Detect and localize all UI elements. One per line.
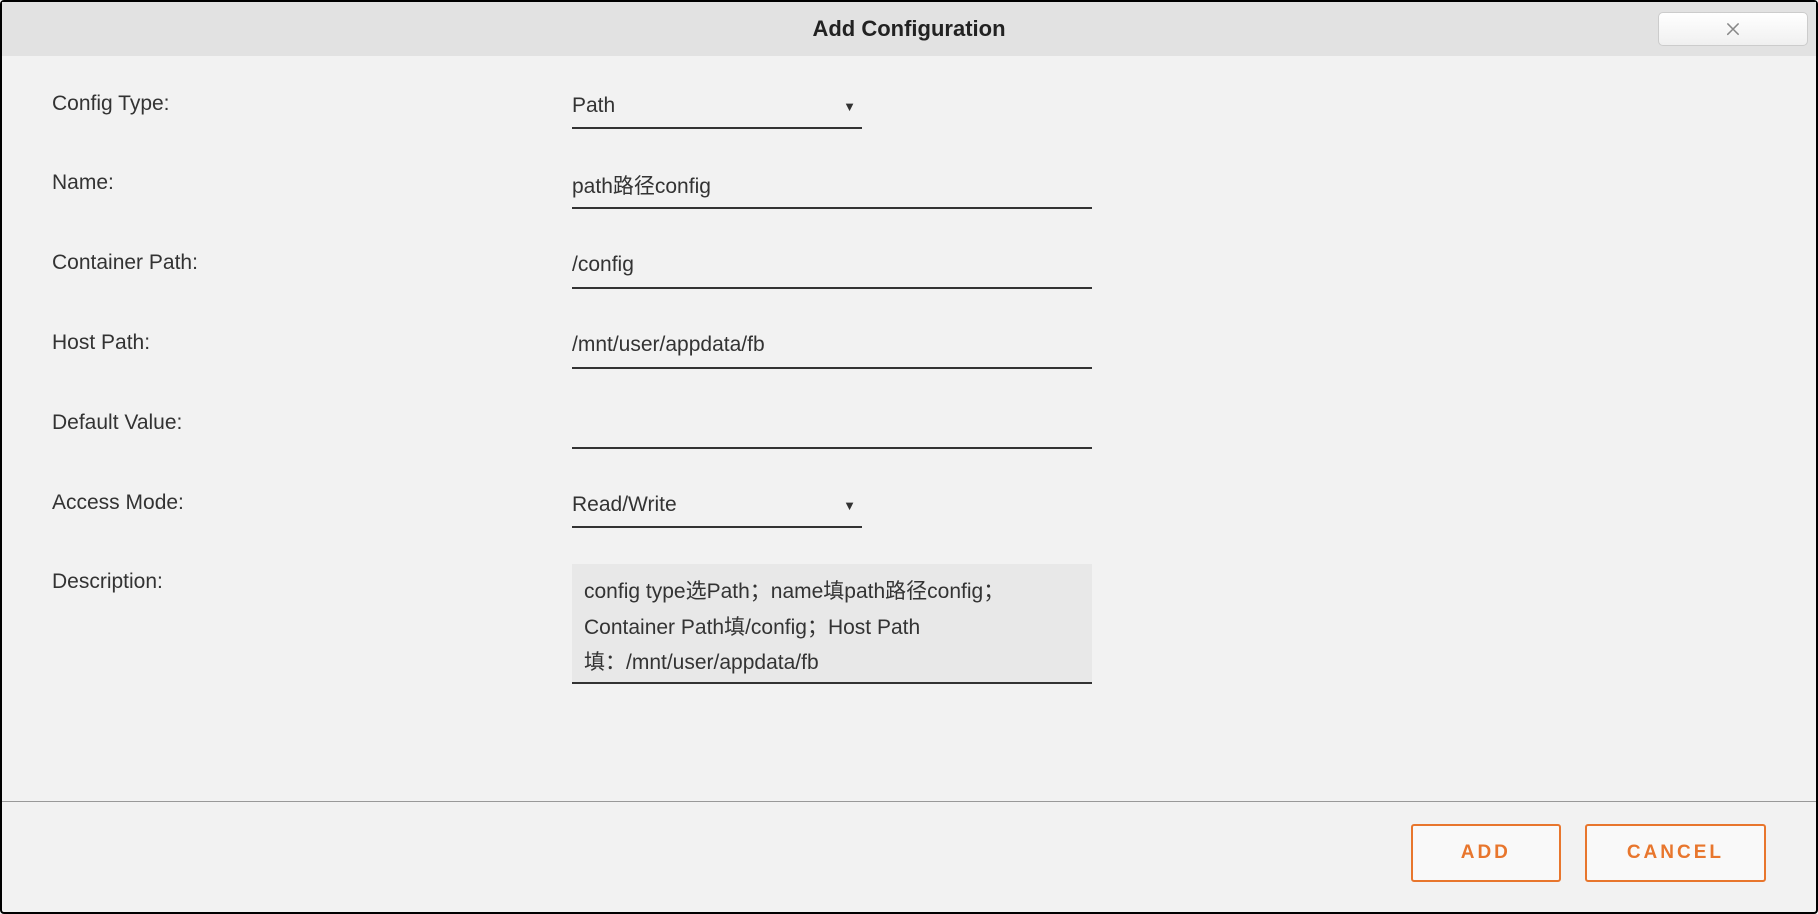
add-configuration-dialog: Add Configuration Config Type: Path ▼ Na… — [0, 0, 1818, 914]
config-type-select[interactable]: Path — [572, 86, 862, 129]
name-input[interactable] — [572, 165, 1092, 209]
config-type-label: Config Type: — [52, 86, 572, 116]
container-path-input[interactable] — [572, 245, 1092, 289]
dialog-title: Add Configuration — [812, 16, 1005, 42]
add-button[interactable]: ADD — [1411, 824, 1561, 882]
host-path-input[interactable] — [572, 325, 1092, 369]
dialog-body: Config Type: Path ▼ Name: Container Path… — [2, 56, 1816, 801]
host-path-label: Host Path: — [52, 325, 572, 355]
cancel-button[interactable]: CANCEL — [1585, 824, 1766, 882]
description-textarea[interactable]: config type选Path；name填path路径config；Conta… — [572, 564, 1092, 684]
description-row: Description: config type选Path；name填path路… — [52, 564, 1766, 689]
access-mode-label: Access Mode: — [52, 485, 572, 515]
name-row: Name: — [52, 165, 1766, 209]
close-button[interactable] — [1658, 12, 1808, 46]
host-path-row: Host Path: — [52, 325, 1766, 369]
name-label: Name: — [52, 165, 572, 195]
access-mode-select[interactable]: Read/Write — [572, 485, 862, 528]
default-value-row: Default Value: — [52, 405, 1766, 449]
container-path-label: Container Path: — [52, 245, 572, 275]
description-label: Description: — [52, 564, 572, 594]
close-icon — [1724, 19, 1742, 40]
dialog-header: Add Configuration — [2, 2, 1816, 56]
container-path-row: Container Path: — [52, 245, 1766, 289]
default-value-label: Default Value: — [52, 405, 572, 435]
access-mode-row: Access Mode: Read/Write ▼ — [52, 485, 1766, 528]
config-type-row: Config Type: Path ▼ — [52, 86, 1766, 129]
dialog-footer: ADD CANCEL — [2, 801, 1816, 912]
default-value-input[interactable] — [572, 405, 1092, 449]
